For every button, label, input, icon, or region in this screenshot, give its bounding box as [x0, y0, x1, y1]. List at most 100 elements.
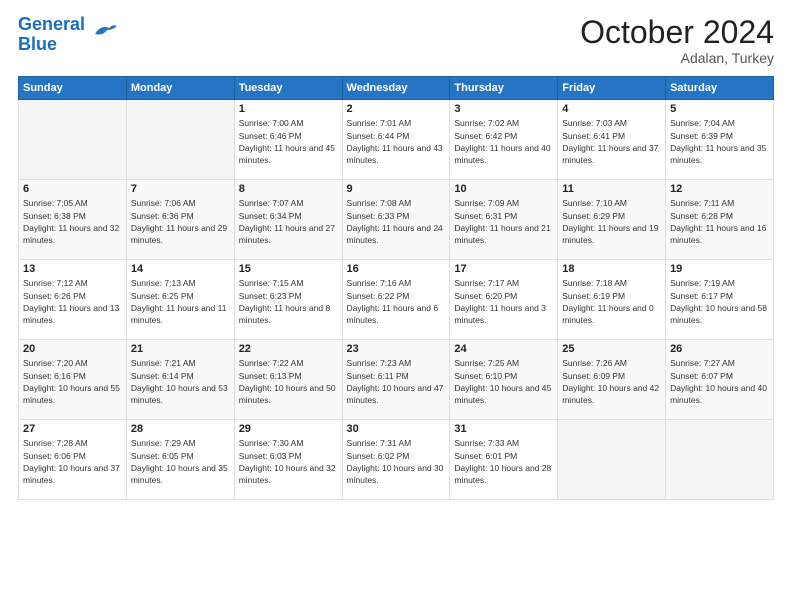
page: General Blue October 2024 Adalan, Turkey…	[0, 0, 792, 612]
day-cell: 4 Sunrise: 7:03 AMSunset: 6:41 PMDaylight…	[558, 100, 666, 180]
day-number: 13	[23, 263, 122, 275]
day-number: 1	[239, 103, 338, 115]
day-cell: 8Sunrise: 7:07 AMSunset: 6:34 PMDaylight…	[234, 180, 342, 260]
day-info: Sunrise: 7:12 AMSunset: 6:26 PMDaylight:…	[23, 277, 122, 326]
day-info: Sunrise: 7:25 AMSunset: 6:10 PMDaylight:…	[454, 357, 553, 406]
day-cell	[558, 420, 666, 500]
day-info: Sunrise: 7:05 AMSunset: 6:38 PMDaylight:…	[23, 197, 122, 246]
day-info: Sunrise: 7:29 AMSunset: 6:05 PMDaylight:…	[131, 437, 230, 486]
day-cell: 10 Sunrise: 7:09 AMSunset: 6:31 PMDayligh…	[450, 180, 558, 260]
day-cell: 21Sunrise: 7:21 AMSunset: 6:14 PMDayligh…	[126, 340, 234, 420]
day-number: 29	[239, 423, 338, 435]
day-cell: 22 Sunrise: 7:22 AMSunset: 6:13 PMDayligh…	[234, 340, 342, 420]
day-info: Sunrise: 7:16 AMSunset: 6:22 PMDaylight:…	[347, 277, 446, 326]
day-info: Sunrise: 7:28 AMSunset: 6:06 PMDaylight:…	[23, 437, 122, 486]
day-number: 8	[239, 183, 338, 195]
day-info: Sunrise: 7:19 AMSunset: 6:17 PMDaylight:…	[670, 277, 769, 326]
day-cell: 15 Sunrise: 7:15 AMSunset: 6:23 PMDayligh…	[234, 260, 342, 340]
day-number: 9	[347, 183, 446, 195]
day-info: Sunrise: 7:17 AMSunset: 6:20 PMDaylight:…	[454, 277, 553, 326]
day-cell: 13 Sunrise: 7:12 AMSunset: 6:26 PMDayligh…	[19, 260, 127, 340]
day-cell: 9 Sunrise: 7:08 AMSunset: 6:33 PMDaylight…	[342, 180, 450, 260]
day-info: Sunrise: 7:10 AMSunset: 6:29 PMDaylight:…	[562, 197, 661, 246]
day-info: Sunrise: 7:20 AMSunset: 6:16 PMDaylight:…	[23, 357, 122, 406]
day-cell: 16 Sunrise: 7:16 AMSunset: 6:22 PMDayligh…	[342, 260, 450, 340]
day-number: 14	[131, 263, 230, 275]
month-title: October 2024	[580, 15, 774, 50]
header: General Blue October 2024 Adalan, Turkey	[18, 15, 774, 66]
week-row-1: 1 Sunrise: 7:00 AMSunset: 6:46 PMDaylight…	[19, 100, 774, 180]
day-number: 26	[670, 343, 769, 355]
day-info: Sunrise: 7:03 AMSunset: 6:41 PMDaylight:…	[562, 117, 661, 166]
day-info: Sunrise: 7:33 AMSunset: 6:01 PMDaylight:…	[454, 437, 553, 486]
day-cell: 20 Sunrise: 7:20 AMSunset: 6:16 PMDayligh…	[19, 340, 127, 420]
day-cell: 5Sunrise: 7:04 AMSunset: 6:39 PMDaylight…	[666, 100, 774, 180]
day-cell: 7 Sunrise: 7:06 AMSunset: 6:36 PMDaylight…	[126, 180, 234, 260]
logo-blue: Blue	[18, 34, 57, 54]
header-row: SundayMondayTuesdayWednesdayThursdayFrid…	[19, 77, 774, 100]
day-number: 28	[131, 423, 230, 435]
day-cell: 3 Sunrise: 7:02 AMSunset: 6:42 PMDaylight…	[450, 100, 558, 180]
day-cell	[19, 100, 127, 180]
week-row-4: 20 Sunrise: 7:20 AMSunset: 6:16 PMDayligh…	[19, 340, 774, 420]
logo: General Blue	[18, 15, 119, 55]
day-info: Sunrise: 7:15 AMSunset: 6:23 PMDaylight:…	[239, 277, 338, 326]
day-info: Sunrise: 7:22 AMSunset: 6:13 PMDaylight:…	[239, 357, 338, 406]
location-subtitle: Adalan, Turkey	[580, 50, 774, 66]
day-number: 23	[347, 343, 446, 355]
day-number: 17	[454, 263, 553, 275]
day-cell: 12 Sunrise: 7:11 AMSunset: 6:28 PMDayligh…	[666, 180, 774, 260]
col-header-wednesday: Wednesday	[342, 77, 450, 100]
day-number: 21	[131, 343, 230, 355]
day-number: 22	[239, 343, 338, 355]
day-number: 31	[454, 423, 553, 435]
day-info: Sunrise: 7:11 AMSunset: 6:28 PMDaylight:…	[670, 197, 769, 246]
day-number: 15	[239, 263, 338, 275]
col-header-thursday: Thursday	[450, 77, 558, 100]
day-info: Sunrise: 7:08 AMSunset: 6:33 PMDaylight:…	[347, 197, 446, 246]
day-number: 19	[670, 263, 769, 275]
day-info: Sunrise: 7:04 AMSunset: 6:39 PMDaylight:…	[670, 117, 769, 166]
day-info: Sunrise: 7:30 AMSunset: 6:03 PMDaylight:…	[239, 437, 338, 486]
day-info: Sunrise: 7:09 AMSunset: 6:31 PMDaylight:…	[454, 197, 553, 246]
col-header-saturday: Saturday	[666, 77, 774, 100]
day-cell: 18Sunrise: 7:18 AMSunset: 6:19 PMDayligh…	[558, 260, 666, 340]
day-cell: 6 Sunrise: 7:05 AMSunset: 6:38 PMDaylight…	[19, 180, 127, 260]
day-number: 11	[562, 183, 661, 195]
day-number: 27	[23, 423, 122, 435]
week-row-3: 13 Sunrise: 7:12 AMSunset: 6:26 PMDayligh…	[19, 260, 774, 340]
day-number: 3	[454, 103, 553, 115]
day-number: 16	[347, 263, 446, 275]
title-area: October 2024 Adalan, Turkey	[580, 15, 774, 66]
day-number: 12	[670, 183, 769, 195]
day-number: 20	[23, 343, 122, 355]
day-info: Sunrise: 7:23 AMSunset: 6:11 PMDaylight:…	[347, 357, 446, 406]
day-number: 10	[454, 183, 553, 195]
day-number: 7	[131, 183, 230, 195]
day-number: 25	[562, 343, 661, 355]
col-header-sunday: Sunday	[19, 77, 127, 100]
day-number: 6	[23, 183, 122, 195]
day-cell: 31 Sunrise: 7:33 AMSunset: 6:01 PMDayligh…	[450, 420, 558, 500]
day-number: 4	[562, 103, 661, 115]
day-number: 24	[454, 343, 553, 355]
day-info: Sunrise: 7:01 AMSunset: 6:44 PMDaylight:…	[347, 117, 446, 166]
day-number: 30	[347, 423, 446, 435]
day-cell: 2Sunrise: 7:01 AMSunset: 6:44 PMDaylight…	[342, 100, 450, 180]
day-info: Sunrise: 7:26 AMSunset: 6:09 PMDaylight:…	[562, 357, 661, 406]
day-cell	[666, 420, 774, 500]
day-cell: 25 Sunrise: 7:26 AMSunset: 6:09 PMDayligh…	[558, 340, 666, 420]
col-header-monday: Monday	[126, 77, 234, 100]
week-row-2: 6 Sunrise: 7:05 AMSunset: 6:38 PMDaylight…	[19, 180, 774, 260]
day-cell: 28 Sunrise: 7:29 AMSunset: 6:05 PMDayligh…	[126, 420, 234, 500]
day-cell: 27 Sunrise: 7:28 AMSunset: 6:06 PMDayligh…	[19, 420, 127, 500]
day-info: Sunrise: 7:00 AMSunset: 6:46 PMDaylight:…	[239, 117, 338, 166]
logo-bird-icon	[87, 20, 119, 42]
day-cell: 29 Sunrise: 7:30 AMSunset: 6:03 PMDayligh…	[234, 420, 342, 500]
logo-general: General	[18, 14, 85, 34]
day-cell: 11 Sunrise: 7:10 AMSunset: 6:29 PMDayligh…	[558, 180, 666, 260]
day-info: Sunrise: 7:02 AMSunset: 6:42 PMDaylight:…	[454, 117, 553, 166]
calendar-table: SundayMondayTuesdayWednesdayThursdayFrid…	[18, 76, 774, 500]
day-info: Sunrise: 7:06 AMSunset: 6:36 PMDaylight:…	[131, 197, 230, 246]
day-info: Sunrise: 7:18 AMSunset: 6:19 PMDaylight:…	[562, 277, 661, 326]
